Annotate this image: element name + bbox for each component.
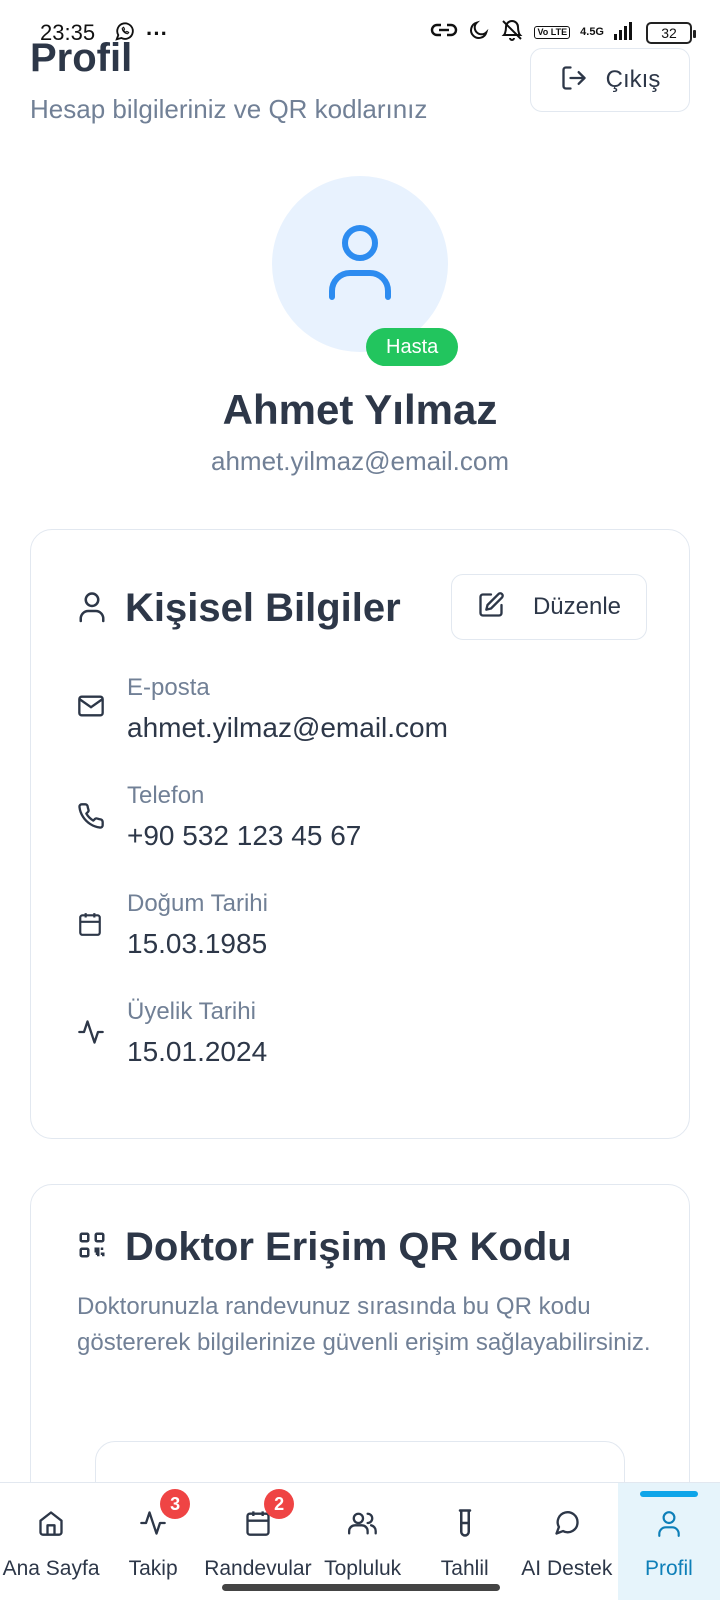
info-label: E-posta [127, 674, 210, 701]
network-type: 4.5G [580, 26, 604, 38]
nav-item-appointments[interactable]: 2 Randevular [204, 1483, 312, 1600]
bottom-nav: Ana Sayfa 3 Takip 2 Randevular Topluluk … [0, 1482, 720, 1600]
nav-item-home[interactable]: Ana Sayfa [0, 1483, 102, 1600]
nav-label: Topluluk [324, 1557, 402, 1580]
nav-label: Profil [644, 1557, 693, 1580]
user-email: ahmet.yilmaz@email.com [210, 446, 510, 476]
page-title: Profil [30, 36, 133, 80]
bell-off-icon [500, 18, 524, 47]
user-icon [77, 589, 107, 628]
edit-label: Düzenle [532, 593, 622, 620]
user-name: Ahmet Yılmaz [222, 386, 498, 433]
logout-button[interactable]: Çıkış [530, 48, 690, 112]
nav-item-profile[interactable]: Profil [617, 1483, 720, 1600]
users-icon [347, 1505, 378, 1541]
notification-badge: 2 [264, 1489, 295, 1519]
test-tube-icon [455, 1505, 475, 1541]
personal-info-card: Kişisel Bilgiler Düzenle E-posta ahmet.y… [30, 529, 690, 1139]
battery-indicator: 32 [646, 21, 696, 44]
phone-icon [77, 802, 107, 835]
notification-badge: 3 [160, 1489, 191, 1519]
nav-item-tracking[interactable]: 3 Takip [102, 1483, 204, 1600]
qr-code-icon [77, 1230, 107, 1265]
nav-label: Ana Sayfa [2, 1557, 100, 1580]
home-indicator[interactable] [222, 1584, 500, 1591]
info-row-birthdate: Doğum Tarihi 15.03.1985 [77, 890, 268, 960]
nav-item-ai-support[interactable]: AI Destek [516, 1483, 618, 1600]
more-notifications-icon: ··· [146, 20, 168, 46]
page-subtitle: Hesap bilgileriniz ve QR kodlarınız [30, 94, 428, 124]
info-value: 15.01.2024 [127, 1036, 268, 1067]
qr-description: Doktorunuzla randevunuz sırasında bu QR … [77, 1293, 651, 1356]
info-value: 15.03.1985 [127, 928, 268, 959]
info-value: ahmet.yilmaz@email.com [127, 712, 448, 743]
home-icon [37, 1505, 65, 1541]
info-row-membership: Üyelik Tarihi 15.01.2024 [77, 998, 267, 1068]
nav-label: Randevular [204, 1557, 312, 1580]
edit-icon [477, 591, 505, 624]
link-icon [430, 19, 458, 46]
volte-indicator: Vo LTE [534, 26, 571, 39]
user-icon [656, 1505, 682, 1541]
role-badge: Hasta [366, 328, 459, 366]
personal-info-title: Kişisel Bilgiler [125, 586, 401, 630]
activity-icon [77, 1018, 107, 1051]
info-value: +90 532 123 45 67 [127, 820, 362, 851]
avatar [272, 176, 448, 352]
user-icon [327, 223, 393, 306]
info-row-email: E-posta ahmet.yilmaz@email.com [77, 674, 448, 744]
nav-label: AI Destek [521, 1557, 613, 1580]
edit-button[interactable]: Düzenle [451, 574, 647, 640]
info-row-phone: Telefon +90 532 123 45 67 [77, 782, 361, 852]
info-label: Doğum Tarihi [127, 890, 268, 917]
logout-icon [560, 64, 588, 97]
calendar-icon [77, 910, 107, 943]
chat-icon [553, 1505, 581, 1541]
mail-icon [77, 694, 107, 723]
moon-icon [468, 19, 490, 46]
nav-item-community[interactable]: Topluluk [312, 1483, 414, 1600]
logout-label: Çıkış [605, 66, 661, 93]
nav-item-tests[interactable]: Tahlil [414, 1483, 516, 1600]
signal-icon [614, 20, 636, 45]
info-label: Üyelik Tarihi [127, 998, 256, 1025]
nav-label: Takip [128, 1557, 178, 1580]
info-label: Telefon [127, 782, 205, 809]
qr-title: Doktor Erişim QR Kodu [125, 1225, 572, 1269]
nav-label: Tahlil [440, 1557, 489, 1580]
